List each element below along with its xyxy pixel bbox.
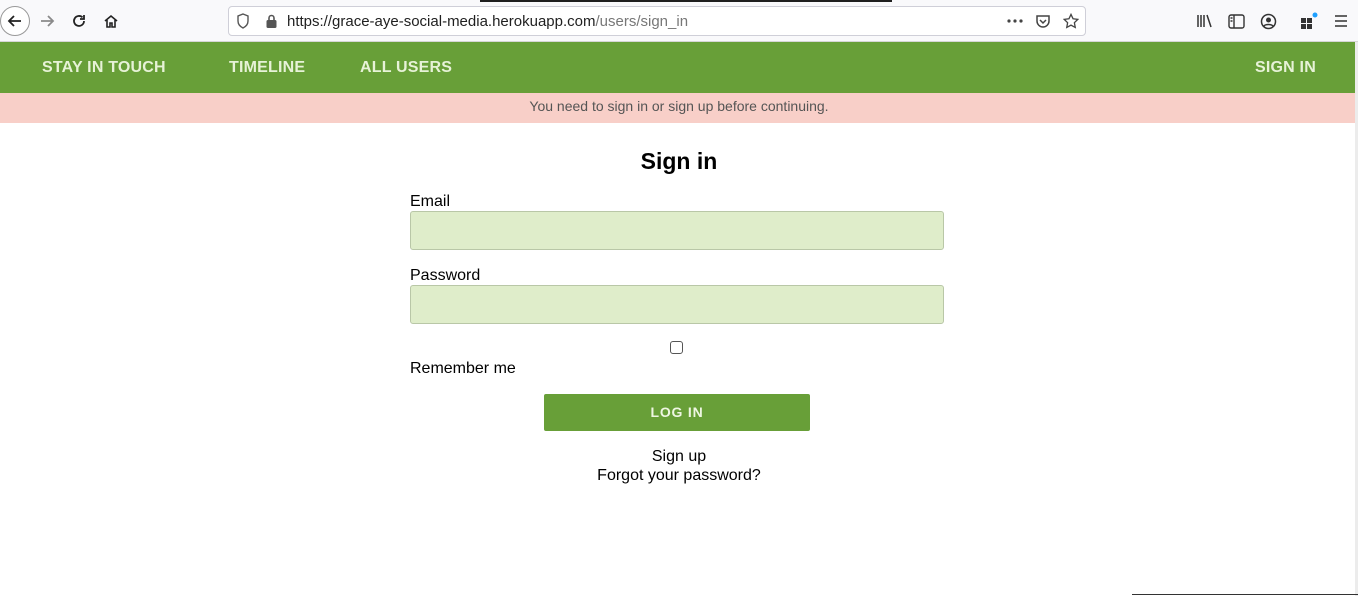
flash-message: You need to sign in or sign up before co… [529, 98, 829, 114]
log-in-button[interactable]: LOG IN [544, 394, 810, 431]
tab-strip-edge [480, 0, 892, 2]
url-path: /users/sign_in [595, 13, 689, 30]
brand-link[interactable]: STAY IN TOUCH [42, 59, 166, 77]
email-field[interactable] [410, 211, 944, 250]
star-icon[interactable] [1063, 13, 1079, 29]
nav-all-users-link[interactable]: ALL USERS [360, 59, 452, 77]
hamburger-menu-icon[interactable] [1331, 11, 1351, 31]
window-edge [1132, 594, 1358, 595]
library-icon[interactable] [1195, 11, 1215, 31]
forward-arrow-icon[interactable] [32, 6, 62, 36]
reload-icon[interactable] [64, 6, 94, 36]
page-title: Sign in [640, 148, 718, 174]
flash-alert: You need to sign in or sign up before co… [0, 93, 1358, 123]
lock-icon[interactable] [263, 13, 279, 29]
nav-sign-in-link[interactable]: SIGN IN [1255, 59, 1316, 77]
email-label: Email [410, 193, 451, 210]
account-icon[interactable] [1258, 11, 1278, 31]
password-field[interactable] [410, 285, 944, 324]
remember-me-checkbox[interactable] [670, 341, 683, 354]
pocket-icon[interactable] [1035, 13, 1051, 29]
forgot-password-link[interactable]: Forgot your password? [597, 467, 761, 484]
back-arrow-icon[interactable] [0, 6, 30, 36]
sign-up-row: Sign up [0, 448, 1358, 466]
sidebar-icon[interactable] [1226, 11, 1246, 31]
url-bar[interactable]: https://grace-aye-social-media.herokuapp… [228, 6, 1086, 36]
more-dots-icon[interactable] [1007, 13, 1023, 29]
extensions-icon[interactable] [1299, 11, 1319, 31]
nav-timeline-link[interactable]: TIMELINE [229, 59, 305, 77]
password-label: Password [410, 267, 481, 284]
url-text[interactable]: https://grace-aye-social-media.herokuapp… [287, 13, 688, 30]
sign-up-link[interactable]: Sign up [652, 448, 706, 465]
main-navbar: STAY IN TOUCH TIMELINE ALL USERS SIGN IN [0, 42, 1358, 93]
shield-icon[interactable] [235, 13, 251, 29]
home-icon[interactable] [96, 6, 126, 36]
url-host: https://grace-aye-social-media.herokuapp… [287, 13, 596, 30]
remember-me-label: Remember me [410, 360, 516, 377]
browser-toolbar: https://grace-aye-social-media.herokuapp… [0, 0, 1358, 42]
forgot-password-row: Forgot your password? [0, 467, 1358, 485]
